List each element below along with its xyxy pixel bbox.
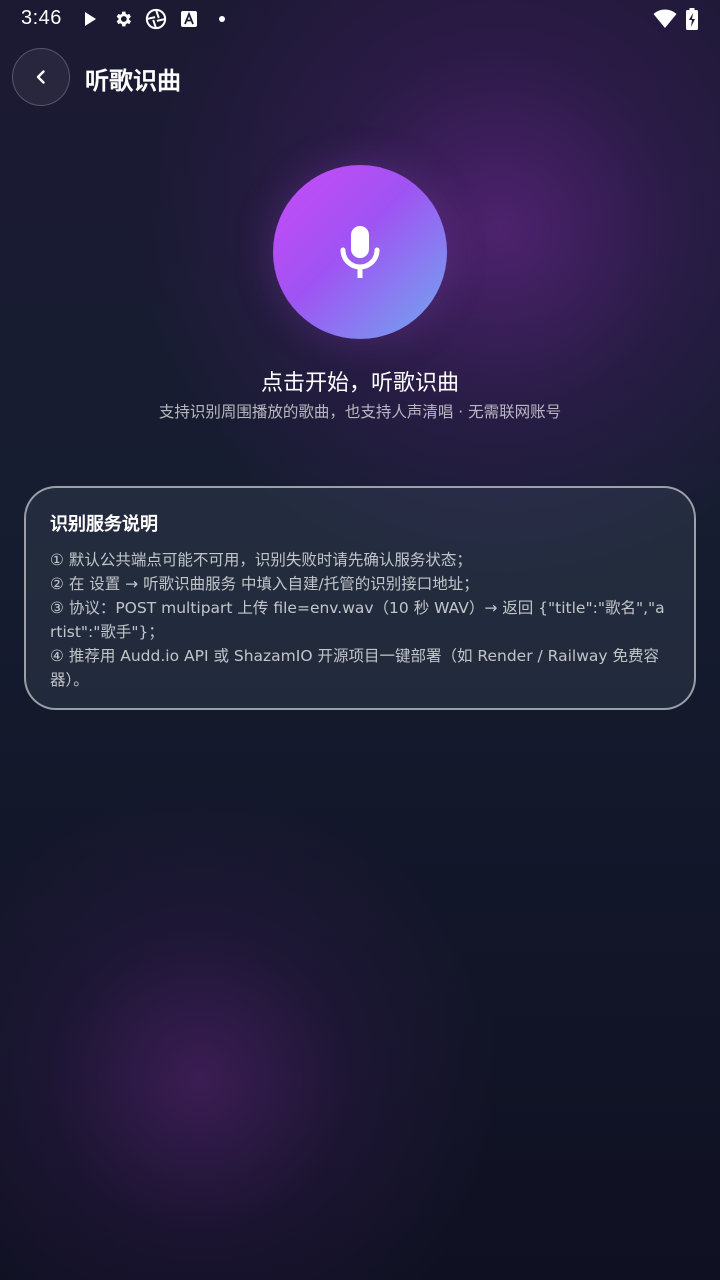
play-icon	[79, 8, 101, 30]
info-line: ① 默认公共端点可能不可用，识别失败时请先确认服务状态；	[50, 551, 472, 569]
font-a-icon	[178, 8, 200, 30]
info-line: ② 在 设置 → 听歌识曲服务 中填入自建/托管的识别接口地址；	[50, 575, 479, 593]
microphone-icon	[339, 224, 381, 280]
settings-gear-icon	[112, 8, 134, 30]
page-title: 听歌识曲	[85, 67, 181, 95]
info-line: ④ 推荐用 Audd.io API 或 ShazamIO 开源项目一键部署（如 …	[50, 647, 659, 689]
card-title: 识别服务说明	[50, 514, 158, 535]
status-time: 3:46	[21, 7, 62, 29]
back-button[interactable]	[12, 48, 70, 106]
status-bar: 3:46	[0, 0, 720, 38]
shutter-icon	[145, 8, 167, 30]
info-card: 识别服务说明 ① 默认公共端点可能不可用，识别失败时请先确认服务状态； ② 在 …	[24, 486, 696, 710]
dot-icon	[211, 8, 233, 30]
start-title: 点击开始，听歌识曲	[260, 371, 459, 396]
info-line: ③ 协议：POST multipart 上传 file=env.wav（10 秒…	[50, 599, 665, 641]
start-recognition-button[interactable]	[273, 165, 447, 339]
wifi-icon	[652, 8, 678, 30]
battery-charging-icon	[683, 8, 701, 30]
chevron-left-icon	[33, 69, 49, 85]
start-subtitle: 支持识别周围播放的歌曲，也支持人声清唱 · 无需联网账号	[158, 403, 562, 421]
